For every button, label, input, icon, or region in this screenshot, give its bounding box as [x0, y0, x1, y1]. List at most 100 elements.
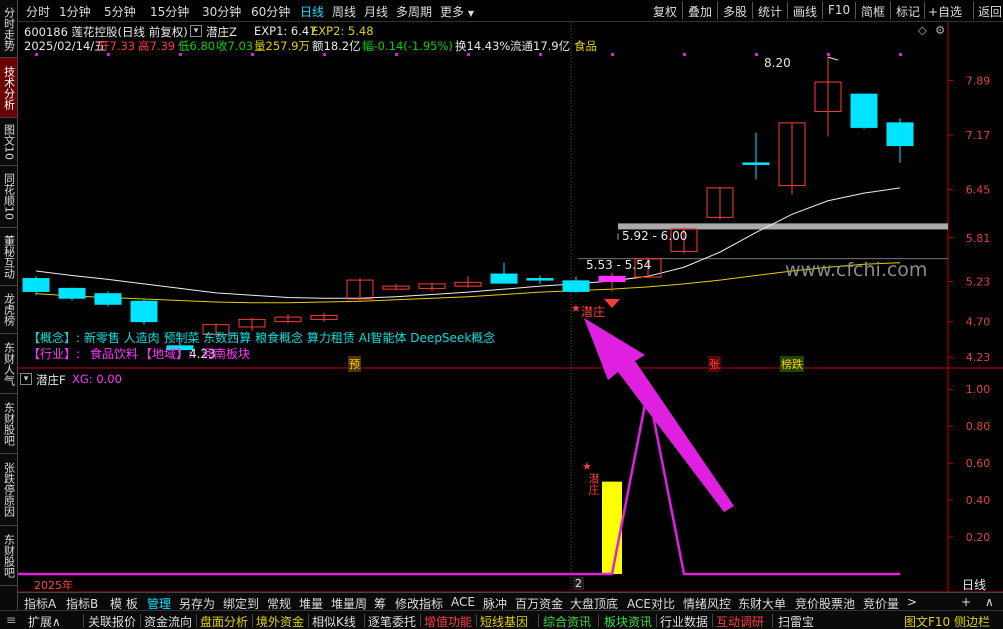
event-tag-zhang[interactable]: 张 — [708, 356, 721, 372]
period-15min[interactable]: 15分钟 — [150, 3, 189, 20]
left-tab-limit-reason[interactable]: 张跌停原因 — [0, 454, 17, 526]
signal-dot — [755, 53, 758, 56]
candle-body — [742, 162, 770, 165]
chevron-down-icon: ▼ — [467, 9, 474, 18]
left-tab-ths-10[interactable]: 同花顺10 — [0, 166, 17, 228]
year-label: 2025年 — [34, 579, 73, 592]
signal-dot — [179, 53, 182, 56]
tab-short-gene[interactable]: 短线基因 — [480, 613, 528, 629]
divider — [924, 2, 925, 19]
menu-icon[interactable]: ≡ — [6, 613, 16, 627]
sidebar-toggle[interactable]: 图文F10 侧边栏 — [904, 613, 990, 629]
candle-body — [58, 287, 86, 299]
period-multi[interactable]: 多周期 — [396, 3, 432, 20]
tab-expand[interactable]: 扩展∧ — [28, 613, 61, 629]
period-1min[interactable]: 1分钟 — [59, 3, 91, 20]
industry-value[interactable]: 食品饮料 — [90, 345, 138, 362]
period-monthly[interactable]: 月线 — [364, 3, 388, 20]
divider — [752, 2, 753, 19]
industry-prefix: 【行业】: — [28, 347, 81, 361]
tab-industry-data[interactable]: 行业数据 — [660, 613, 708, 629]
period-5min[interactable]: 5分钟 — [104, 3, 136, 20]
draw-line-button[interactable]: 画线 — [793, 3, 817, 20]
tab-fund-flow[interactable]: 资金流向 — [144, 613, 192, 629]
period-timeshare[interactable]: 分时 — [26, 3, 50, 20]
left-tab-forum-2[interactable]: 东财股吧 — [0, 526, 17, 586]
sub-axis-label: 1.00 — [966, 383, 991, 396]
collapse-up-icon[interactable]: ∧ — [985, 595, 994, 609]
left-tab-secretary-interaction[interactable]: 董秘互动 — [0, 228, 17, 286]
divider — [973, 2, 974, 19]
divider — [787, 2, 788, 19]
left-tab-timeshare[interactable]: 分时走势 — [0, 0, 17, 58]
tabs-scroll-right-icon[interactable]: > — [907, 595, 917, 609]
tab-sector-news[interactable]: 板块资讯 — [604, 613, 652, 629]
tab-ace[interactable]: ACE — [451, 595, 475, 609]
indicator-tab-bar: 指标A 指标B 模 板 管理 另存为 绑定到 常规 堆量 堆量周 筹 修改指标 … — [18, 592, 1003, 611]
price-axis-label: 4.70 — [966, 316, 991, 329]
period-30min[interactable]: 30分钟 — [202, 3, 241, 20]
signal-dot — [827, 53, 830, 56]
tab-related-quote[interactable]: 关联报价 — [88, 613, 136, 629]
signal-dot — [611, 53, 614, 56]
divider — [890, 2, 891, 19]
event-tag-yu[interactable]: 预 — [348, 356, 361, 372]
sub-signal-label: 潜庄 — [587, 473, 600, 495]
candle-body — [130, 300, 158, 323]
candle-body — [94, 293, 122, 305]
fuquan-button[interactable]: 复权 — [653, 3, 677, 20]
mark-button[interactable]: 标记 — [896, 3, 920, 20]
tab-general-news[interactable]: 综合资讯 — [543, 613, 591, 629]
signal-dot — [539, 53, 542, 56]
region-value[interactable]: 河南板块 — [202, 345, 250, 362]
zone-lower-label: 5.53 - 5.54 — [586, 258, 652, 272]
tab-market-analysis[interactable]: 盘面分析 — [200, 613, 248, 629]
divider — [598, 614, 599, 627]
candle-body — [598, 275, 626, 283]
left-tab-forum[interactable]: 东财股吧 — [0, 394, 17, 454]
sub-axis-label: 0.40 — [966, 494, 991, 507]
indicator-line — [18, 388, 900, 576]
plus-icon[interactable]: + — [961, 595, 971, 609]
left-tab-graphic-10[interactable]: 图文10 — [0, 118, 17, 166]
signal-dot — [467, 53, 470, 56]
region-prefix: 【地域】: — [140, 347, 193, 361]
tab-similar-kline[interactable]: 相似K线 — [312, 613, 356, 629]
multi-stock-button[interactable]: 多股 — [723, 3, 747, 20]
back-button[interactable]: 返回 — [978, 3, 1002, 20]
divider — [140, 614, 141, 627]
period-60min[interactable]: 60分钟 — [251, 3, 290, 20]
period-daily[interactable]: 日线 — [300, 3, 324, 20]
tab-tick-order[interactable]: 逐笔委托 — [368, 613, 416, 629]
sub-axis-label: 0.60 — [966, 457, 991, 470]
tab-value-added[interactable]: 增值功能 — [424, 613, 472, 629]
signal-dot — [35, 53, 38, 56]
left-tab-technical-analysis[interactable]: 技术分析 — [0, 58, 17, 118]
candle-body — [22, 278, 50, 292]
indicator-bar — [602, 481, 622, 574]
sub-indicator-xg: XG: 0.00 — [72, 372, 122, 386]
add-watchlist-button[interactable]: +自选 — [928, 3, 962, 20]
tab-minesweeper[interactable]: 扫雷宝 — [778, 613, 814, 629]
divider — [364, 614, 365, 627]
sub-indicator-dropdown-icon[interactable]: ▾ — [20, 373, 32, 385]
left-tab-popularity[interactable]: 东财人气 — [0, 334, 17, 394]
statistics-button[interactable]: 统计 — [758, 3, 782, 20]
sub-star-icon: ★ — [582, 460, 592, 473]
period-toolbar: 分时 1分钟 5分钟 15分钟 30分钟 60分钟 日线 周线 月线 多周期 更… — [18, 0, 1003, 22]
high-price-label: 8.20 — [764, 56, 791, 70]
simple-frame-button[interactable]: 简框 — [861, 3, 885, 20]
signal-diamond — [604, 299, 620, 308]
price-axis-label: 7.89 — [966, 75, 991, 88]
tab-interactive-research[interactable]: 互动调研 — [716, 613, 764, 629]
f10-button[interactable]: F10 — [828, 3, 850, 17]
tab-foreign-fund[interactable]: 境外资金 — [256, 613, 304, 629]
event-tag-bangdie[interactable]: 榜跌 — [780, 356, 804, 372]
period-weekly[interactable]: 周线 — [332, 3, 356, 20]
sub-indicator-name[interactable]: 潜庄F — [36, 372, 66, 388]
kline-chart[interactable]: 7.89 7.17 6.45 5.81 5.23 4.70 4.23 1.00 0.80 0.60… — [18, 22, 1003, 592]
signal-dot — [899, 53, 902, 56]
period-more[interactable]: 更多 ▼ — [440, 3, 474, 20]
left-tab-dragon-tiger[interactable]: 龙虎榜 — [0, 286, 17, 334]
overlay-button[interactable]: 叠加 — [688, 3, 712, 20]
